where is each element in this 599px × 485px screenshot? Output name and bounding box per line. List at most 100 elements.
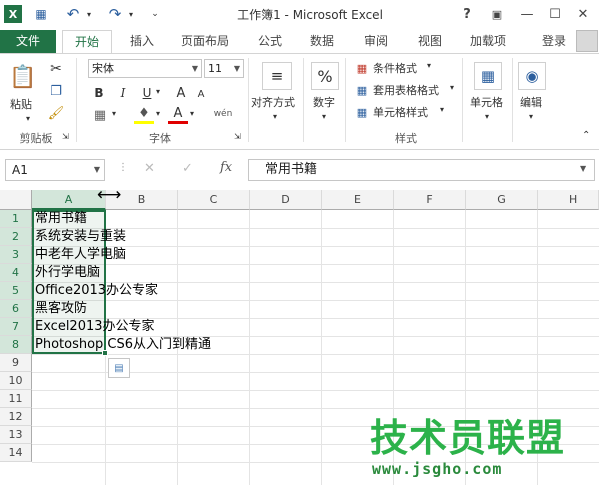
column-header-g[interactable]: G [466, 190, 538, 210]
customize-qat-icon[interactable]: ⌄ [144, 4, 166, 24]
row-header[interactable]: 12 [0, 408, 32, 426]
row-header[interactable]: 4 [0, 264, 32, 282]
insert-function-icon[interactable]: fx [220, 160, 232, 175]
column-header-d[interactable]: D [250, 190, 322, 210]
copy-icon[interactable]: ❐ [46, 82, 66, 100]
cell-styles-button[interactable]: 单元格样式 [373, 104, 428, 120]
tab-page-layout[interactable]: 页面布局 [172, 30, 238, 53]
number-format-icon[interactable]: % [311, 62, 339, 90]
cut-icon[interactable]: ✂ [46, 60, 66, 78]
font-size-combo[interactable]: 11 ▼ [204, 59, 244, 78]
row-header[interactable]: 6 [0, 300, 32, 318]
underline-dropdown-icon[interactable]: ▾ [156, 87, 160, 96]
phonetic-guide-icon[interactable]: wén [210, 104, 236, 124]
collapse-ribbon-icon[interactable]: ⌃ [582, 130, 590, 141]
row-header[interactable]: 1 [0, 210, 32, 228]
underline-button[interactable]: U [138, 84, 156, 102]
font-color-dropdown-icon[interactable]: ▾ [190, 109, 194, 118]
close-icon[interactable]: ✕ [570, 3, 596, 25]
cancel-icon[interactable]: ✕ [144, 161, 155, 176]
chevron-down-icon[interactable]: ▼ [94, 160, 100, 180]
cell-a1[interactable]: 常用书籍 [35, 210, 87, 228]
cell-a4[interactable]: 外行学电脑 [35, 264, 100, 282]
row-header[interactable]: 3 [0, 246, 32, 264]
cells-icon[interactable]: ▦ [474, 62, 502, 90]
conditional-formatting-icon[interactable]: ▦ [354, 60, 370, 76]
ribbon-display-options-icon[interactable]: ▣ [484, 3, 510, 25]
row-header[interactable]: 10 [0, 372, 32, 390]
format-as-table-icon[interactable]: ▦ [354, 82, 370, 98]
save-icon[interactable]: ▦ [30, 4, 52, 24]
quick-analysis-icon[interactable]: ▤ [108, 358, 130, 378]
row-header[interactable]: 13 [0, 426, 32, 444]
cell-styles-icon[interactable]: ▦ [354, 104, 370, 120]
expand-formula-bar-icon[interactable]: ▼ [580, 164, 586, 173]
enter-icon[interactable]: ✓ [182, 161, 193, 176]
alignment-icon[interactable]: ≡ [262, 62, 292, 90]
redo-icon[interactable]: ↷ [104, 4, 126, 24]
cell-a2[interactable]: 系统安装与重装 [35, 228, 126, 246]
font-name-combo[interactable]: 宋体 ▼ [88, 59, 202, 78]
tab-data[interactable]: 数据 [302, 30, 342, 53]
row-header[interactable]: 9 [0, 354, 32, 372]
tab-view[interactable]: 视图 [410, 30, 450, 53]
cells-dropdown-icon[interactable]: ▾ [485, 112, 489, 121]
column-header-f[interactable]: F [394, 190, 466, 210]
row-header[interactable]: 7 [0, 318, 32, 336]
help-icon[interactable]: ? [454, 3, 480, 25]
alignment-dropdown-icon[interactable]: ▾ [273, 112, 277, 121]
tab-home[interactable]: 开始 [62, 30, 112, 54]
row-header[interactable]: 8 [0, 336, 32, 354]
paste-dropdown-icon[interactable]: ▾ [26, 114, 30, 123]
undo-icon[interactable]: ↶ [62, 4, 84, 24]
cell-a7[interactable]: Excel2013办公专家 [35, 318, 155, 336]
fill-color-dropdown-icon[interactable]: ▾ [156, 109, 160, 118]
tab-file[interactable]: 文件 [0, 30, 56, 53]
italic-button[interactable]: I [114, 84, 132, 102]
format-as-table-dropdown-icon[interactable]: ▾ [450, 83, 454, 92]
tab-review[interactable]: 审阅 [356, 30, 396, 53]
column-header-h[interactable]: H [538, 190, 599, 210]
format-as-table-button[interactable]: 套用表格格式 [373, 82, 439, 98]
font-launcher-icon[interactable]: ⇲ [234, 132, 241, 141]
cell-styles-dropdown-icon[interactable]: ▾ [440, 105, 444, 114]
worksheet-grid[interactable]: A B C D E F G H ⟷ 1 2 3 4 5 6 7 8 9 10 1… [0, 190, 599, 485]
signin-link[interactable]: 登录 [534, 30, 574, 53]
formula-input[interactable]: 常用书籍 [248, 159, 595, 181]
number-label[interactable]: 数字 [313, 94, 335, 110]
paste-icon[interactable]: 📋 [8, 60, 38, 94]
grow-font-button[interactable]: A [172, 84, 190, 102]
column-header-c[interactable]: C [178, 190, 250, 210]
cells-label[interactable]: 单元格 [470, 94, 503, 110]
column-header-e[interactable]: E [322, 190, 394, 210]
clipboard-launcher-icon[interactable]: ⇲ [62, 132, 69, 141]
paste-label[interactable]: 粘贴 [10, 96, 32, 112]
column-header-a[interactable]: A [32, 190, 106, 210]
fill-color-icon[interactable]: ♦ [134, 106, 154, 124]
row-header[interactable]: 2 [0, 228, 32, 246]
shrink-font-button[interactable]: A [192, 85, 210, 103]
row-header[interactable]: 14 [0, 444, 32, 462]
alignment-label[interactable]: 对齐方式 [251, 94, 295, 110]
redo-dropdown-icon[interactable]: ▾ [126, 4, 136, 24]
cell-a8[interactable]: Photoshop CS6从入门到精通 [35, 336, 211, 354]
editing-dropdown-icon[interactable]: ▾ [529, 112, 533, 121]
tab-addins[interactable]: 加载项 [462, 30, 514, 53]
conditional-formatting-button[interactable]: 条件格式 [373, 60, 417, 76]
binoculars-icon[interactable]: ◉ [518, 62, 546, 90]
borders-icon[interactable]: ▦ [90, 106, 110, 124]
cell-a6[interactable]: 黑客攻防 [35, 300, 87, 318]
font-color-icon[interactable]: A [168, 106, 188, 124]
select-all-corner[interactable] [0, 190, 32, 210]
conditional-formatting-dropdown-icon[interactable]: ▾ [427, 61, 431, 70]
cell-a5[interactable]: Office2013办公专家 [35, 282, 158, 300]
restore-icon[interactable]: ☐ [542, 3, 568, 25]
tab-formulas[interactable]: 公式 [250, 30, 290, 53]
row-header[interactable]: 5 [0, 282, 32, 300]
cell-a3[interactable]: 中老年人学电脑 [35, 246, 126, 264]
format-painter-icon[interactable]: 🖌 [46, 104, 66, 122]
name-box[interactable]: A1 ▼ [5, 159, 105, 181]
bold-button[interactable]: B [90, 84, 108, 102]
borders-dropdown-icon[interactable]: ▾ [112, 109, 116, 118]
row-header[interactable]: 11 [0, 390, 32, 408]
